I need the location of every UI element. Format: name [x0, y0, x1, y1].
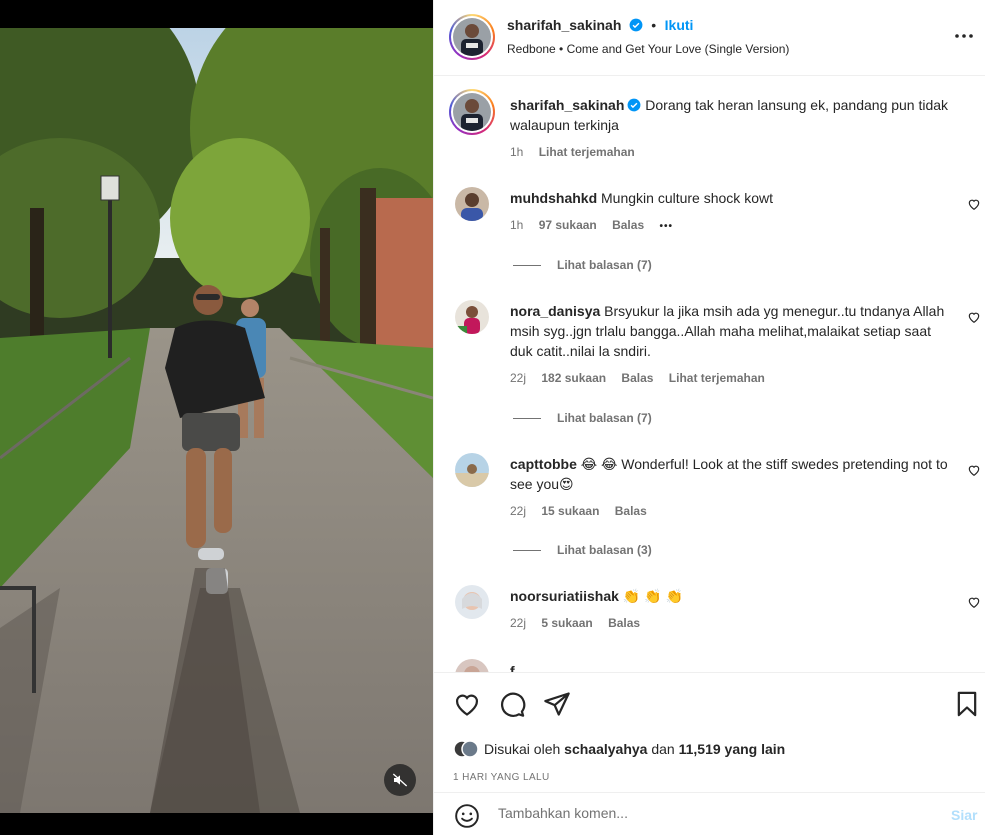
post-comment-button[interactable]: Siar: [951, 807, 977, 823]
reply-button[interactable]: Balas: [615, 504, 647, 518]
verified-badge-icon: [627, 98, 641, 112]
post-media: [0, 0, 433, 835]
comment-likes[interactable]: 15 sukaan: [541, 504, 599, 518]
comment-username[interactable]: nora_danisya: [510, 303, 600, 319]
liked-by-prefix: Disukai oleh: [484, 741, 561, 757]
video-frame: [0, 28, 433, 813]
more-options-icon[interactable]: [952, 24, 976, 48]
post-timestamp[interactable]: 1 HARI YANG LALU: [453, 772, 550, 783]
reply-button[interactable]: Balas: [608, 616, 640, 630]
separator-dot: •: [651, 17, 657, 33]
comment-1: muhdshahkd Mungkin culture shock kowt: [510, 188, 950, 208]
caption-author-avatar[interactable]: [449, 89, 495, 135]
post-details-panel: sharifah_sakinah • Ikuti Redbone • Come …: [433, 0, 985, 835]
comments-list[interactable]: sharifah_sakinah Dorang tak heran lansun…: [434, 77, 985, 672]
post-header: sharifah_sakinah • Ikuti Redbone • Come …: [434, 0, 985, 76]
reply-button[interactable]: Balas: [621, 371, 653, 385]
comment-like-icon[interactable]: [967, 463, 981, 477]
comment-time[interactable]: 1h: [510, 218, 523, 232]
replies-line: [513, 417, 541, 419]
comment-3: capttobbe 😂 😂 Wonderful! Look at the sti…: [510, 454, 950, 494]
comment-username[interactable]: muhdshahkd: [510, 190, 597, 206]
comment-meta: 22j 5 sukaan Balas: [510, 616, 652, 630]
mute-toggle-button[interactable]: [384, 764, 416, 796]
comment-username[interactable]: f: [510, 663, 515, 672]
view-replies-label: Lihat balasan (7): [557, 258, 652, 272]
comment-text: 👏 👏 👏: [622, 588, 683, 604]
reply-button[interactable]: Balas: [612, 218, 644, 232]
comment-likes[interactable]: 97 sukaan: [539, 218, 597, 232]
replies-line: [513, 264, 541, 266]
emoji-icon[interactable]: [454, 803, 480, 829]
liker-avatars[interactable]: [454, 739, 478, 759]
verified-badge-icon: [629, 18, 643, 32]
comment-2: nora_danisya Brsyukur la jika msih ada y…: [510, 301, 950, 361]
comment-time[interactable]: 22j: [510, 371, 526, 385]
heart-icon[interactable]: [453, 690, 481, 718]
author-avatar[interactable]: [449, 14, 495, 60]
liked-by-user[interactable]: schaalyahya: [564, 741, 647, 757]
add-comment-bar: Siar: [434, 792, 985, 835]
comment-like-icon[interactable]: [967, 595, 981, 609]
commenter-avatar[interactable]: [455, 659, 489, 672]
post-actions: Disukai oleh schaalyahya dan 11,519 yang…: [434, 672, 985, 832]
comment-icon[interactable]: [498, 690, 526, 718]
comment-likes[interactable]: 5 sukaan: [541, 616, 592, 630]
comment-options-icon[interactable]: •••: [659, 221, 673, 232]
likes-count[interactable]: 11,519 yang lain: [679, 741, 786, 757]
view-replies-label: Lihat balasan (3): [557, 543, 652, 557]
replies-line: [513, 549, 541, 551]
follow-button[interactable]: Ikuti: [665, 17, 694, 33]
comment-time[interactable]: 22j: [510, 504, 526, 518]
view-replies-button[interactable]: Lihat balasan (7): [513, 411, 652, 425]
commenter-avatar[interactable]: [455, 187, 489, 221]
comment-username[interactable]: capttobbe: [510, 456, 577, 472]
comment-text: Mungkin culture shock kowt: [601, 190, 773, 206]
caption-meta: 1h Lihat terjemahan: [510, 145, 647, 159]
audio-track-link[interactable]: Redbone • Come and Get Your Love (Single…: [507, 42, 789, 56]
caption-username[interactable]: sharifah_sakinah: [510, 97, 624, 113]
share-icon[interactable]: [543, 690, 571, 718]
translate-link[interactable]: Lihat terjemahan: [539, 145, 635, 159]
author-username[interactable]: sharifah_sakinah: [507, 17, 621, 33]
comment-5: f: [510, 661, 950, 672]
view-replies-label: Lihat balasan (7): [557, 411, 652, 425]
view-replies-button[interactable]: Lihat balasan (7): [513, 258, 652, 272]
comment-time[interactable]: 22j: [510, 616, 526, 630]
comment-like-icon[interactable]: [967, 310, 981, 324]
muted-speaker-icon: [392, 773, 408, 787]
author-line: sharifah_sakinah • Ikuti: [507, 17, 693, 35]
comment-input[interactable]: [498, 805, 898, 821]
comment-meta: 1h 97 sukaan Balas •••: [510, 218, 685, 232]
commenter-avatar[interactable]: [455, 300, 489, 334]
comment-meta: 22j 15 sukaan Balas: [510, 504, 659, 518]
commenter-avatar[interactable]: [455, 453, 489, 487]
post-caption: sharifah_sakinah Dorang tak heran lansun…: [510, 95, 950, 135]
comment-meta: 22j 182 sukaan Balas Lihat terjemahan: [510, 371, 777, 385]
translate-link[interactable]: Lihat terjemahan: [669, 371, 765, 385]
caption-time[interactable]: 1h: [510, 145, 523, 159]
comment-username[interactable]: noorsuriatiishak: [510, 588, 619, 604]
view-replies-button[interactable]: Lihat balasan (3): [513, 543, 652, 557]
video-player[interactable]: [0, 28, 433, 813]
commenter-avatar[interactable]: [455, 585, 489, 619]
likes-summary: Disukai oleh schaalyahya dan 11,519 yang…: [454, 739, 785, 759]
liked-by-and: dan: [651, 741, 675, 757]
bookmark-icon[interactable]: [953, 690, 981, 718]
comment-like-icon[interactable]: [967, 197, 981, 211]
comment-likes[interactable]: 182 sukaan: [541, 371, 606, 385]
comment-4: noorsuriatiishak 👏 👏 👏: [510, 586, 950, 606]
